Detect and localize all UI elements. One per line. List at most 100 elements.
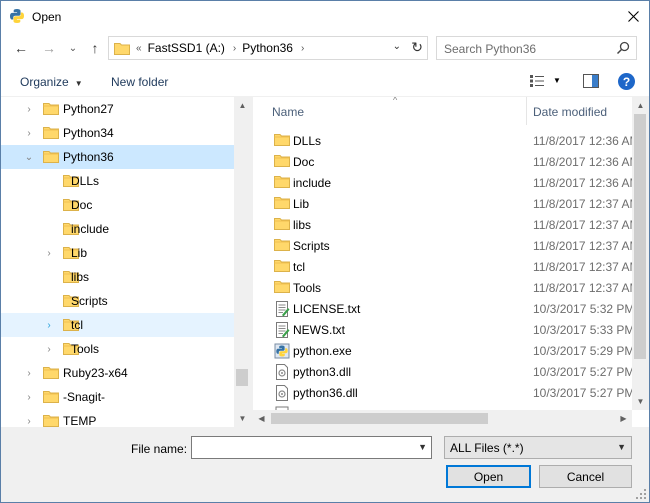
file-list-vertical-scrollbar[interactable]: ▲ ▼	[632, 97, 649, 410]
recent-locations-button[interactable]: ⌄	[63, 38, 83, 58]
tree-item-label: tcl	[71, 318, 83, 332]
column-header-date-modified[interactable]: Date modified	[533, 105, 607, 119]
dll-file-icon	[274, 385, 290, 401]
close-button[interactable]	[617, 1, 649, 32]
scroll-down-icon[interactable]: ▼	[632, 393, 649, 410]
sort-ascending-icon: ^	[393, 97, 398, 105]
scroll-thumb[interactable]	[271, 413, 488, 424]
text-file-icon	[274, 322, 290, 338]
open-button[interactable]: Open	[446, 465, 531, 488]
tree-item[interactable]: include	[1, 217, 234, 241]
view-options-icon[interactable]	[529, 74, 545, 88]
tree-item[interactable]: › Python27	[1, 97, 234, 121]
tree-item[interactable]: › tcl	[1, 313, 234, 337]
file-name: Tools	[293, 281, 322, 295]
file-name-input[interactable]: ▼	[191, 436, 432, 459]
chevron-down-icon[interactable]: ▼	[617, 442, 626, 452]
file-name: include	[293, 176, 332, 190]
scroll-left-icon[interactable]: ◀	[253, 410, 270, 427]
file-list-horizontal-scrollbar[interactable]: ◀ ▶	[253, 410, 632, 427]
scroll-down-icon[interactable]: ▼	[234, 410, 249, 427]
file-row[interactable]: include 11/8/2017 12:36 AM	[253, 172, 640, 193]
tree-item[interactable]: DLLs	[1, 169, 234, 193]
tree-item[interactable]: libs	[1, 265, 234, 289]
tree-item[interactable]: › Lib	[1, 241, 234, 265]
file-row[interactable]: tcl 11/8/2017 12:37 AM	[253, 256, 640, 277]
file-name: Lib	[293, 197, 310, 211]
tree-item[interactable]: › -Snagit-	[1, 385, 234, 409]
tree-item-label: Lib	[71, 246, 88, 260]
tree-item[interactable]: › Ruby23-x64	[1, 361, 234, 385]
search-box[interactable]: Search Python36	[436, 36, 637, 60]
address-history-chevron-icon[interactable]: ⌄	[393, 41, 401, 52]
file-name: Scripts	[293, 239, 330, 253]
file-row[interactable]: Doc 11/8/2017 12:36 AM	[253, 151, 640, 172]
scroll-thumb[interactable]	[634, 114, 646, 359]
breadcrumb-separator[interactable]: ›	[301, 43, 304, 54]
dll-file-icon	[274, 364, 290, 380]
file-row[interactable]: Tools 11/8/2017 12:37 AM	[253, 277, 640, 298]
tree-item[interactable]: › Tools	[1, 337, 234, 361]
navigation-pane-scrollbar[interactable]: ▲ ▼	[234, 97, 249, 427]
tree-item[interactable]: Scripts	[1, 289, 234, 313]
chevron-right-icon[interactable]: ›	[43, 319, 55, 331]
address-segment-folder[interactable]: Python36	[242, 41, 293, 55]
address-bar[interactable]: « FastSSD1 (A:) › Python36 › ⌄ ↻	[108, 36, 428, 60]
chevron-right-icon[interactable]: ›	[23, 367, 35, 379]
search-icon[interactable]	[616, 41, 630, 55]
column-header-name[interactable]: Name	[272, 105, 304, 119]
scroll-up-icon[interactable]: ▲	[632, 97, 649, 114]
chevron-down-icon[interactable]: ▼	[418, 442, 427, 452]
tree-item[interactable]: Doc	[1, 193, 234, 217]
new-folder-button[interactable]: New folder	[111, 75, 168, 89]
file-type-filter[interactable]: ALL Files (*.*) ▼	[444, 436, 632, 459]
file-row[interactable]: DLLs 11/8/2017 12:36 AM	[253, 130, 640, 151]
file-row[interactable]: Scripts 11/8/2017 12:37 AM	[253, 235, 640, 256]
address-overflow-icon[interactable]: «	[136, 43, 142, 54]
chevron-right-icon[interactable]: ›	[43, 247, 55, 259]
column-divider[interactable]	[526, 97, 527, 125]
folder-icon	[43, 390, 59, 403]
tree-item-label: TEMP	[63, 414, 97, 427]
file-row[interactable]: LICENSE.txt 10/3/2017 5:32 PM	[253, 298, 634, 319]
file-row[interactable]: python36.dll 10/3/2017 5:27 PM	[253, 382, 634, 403]
file-row[interactable]: python3.dll 10/3/2017 5:27 PM	[253, 361, 634, 382]
chevron-right-icon[interactable]: ›	[23, 103, 35, 115]
python-icon	[10, 9, 24, 23]
tree-item[interactable]: › TEMP	[1, 409, 234, 427]
scroll-thumb[interactable]	[236, 369, 248, 386]
text-file-icon	[274, 301, 290, 317]
forward-button[interactable]: →	[39, 38, 59, 58]
breadcrumb-separator[interactable]: ›	[233, 43, 236, 54]
scroll-right-icon[interactable]: ▶	[615, 410, 632, 427]
up-button[interactable]: ↑	[85, 38, 105, 58]
view-caret-down-icon[interactable]: ▼	[553, 76, 561, 85]
folder-icon	[43, 126, 59, 139]
tree-item[interactable]: ⌄ Python36	[1, 145, 234, 169]
chevron-right-icon[interactable]: ›	[43, 343, 55, 355]
chevron-down-icon[interactable]: ⌄	[23, 151, 35, 163]
back-button[interactable]: ←	[11, 38, 31, 58]
file-row[interactable]: python.exe 10/3/2017 5:29 PM	[253, 340, 634, 361]
chevron-right-icon[interactable]: ›	[23, 127, 35, 139]
folder-icon	[274, 280, 290, 296]
cancel-button[interactable]: Cancel	[539, 465, 632, 488]
navigation-bar: ← → ⌄ ↑ « FastSSD1 (A:) › Python36 › ⌄ ↻…	[1, 32, 649, 66]
address-segment-drive[interactable]: FastSSD1 (A:)	[148, 41, 225, 55]
preview-pane-icon[interactable]	[583, 74, 599, 88]
refresh-icon[interactable]: ↻	[411, 39, 423, 56]
help-icon[interactable]: ?	[618, 73, 635, 90]
organize-menu[interactable]: Organize ▼	[20, 75, 83, 89]
file-name: tcl	[293, 260, 305, 274]
file-name: NEWS.txt	[293, 323, 346, 337]
chevron-right-icon[interactable]: ›	[23, 415, 35, 427]
scroll-up-icon[interactable]: ▲	[234, 97, 249, 114]
tree-item[interactable]: › Python34	[1, 121, 234, 145]
resize-grip-icon[interactable]	[635, 488, 647, 500]
file-row[interactable]: Lib 11/8/2017 12:37 AM	[253, 193, 640, 214]
file-row[interactable]: libs 11/8/2017 12:37 AM	[253, 214, 640, 235]
chevron-down-icon: ⌄	[68, 42, 78, 54]
file-row[interactable]: NEWS.txt 10/3/2017 5:33 PM	[253, 319, 634, 340]
chevron-right-icon[interactable]: ›	[23, 391, 35, 403]
tree-item-label: Python34	[63, 126, 114, 140]
